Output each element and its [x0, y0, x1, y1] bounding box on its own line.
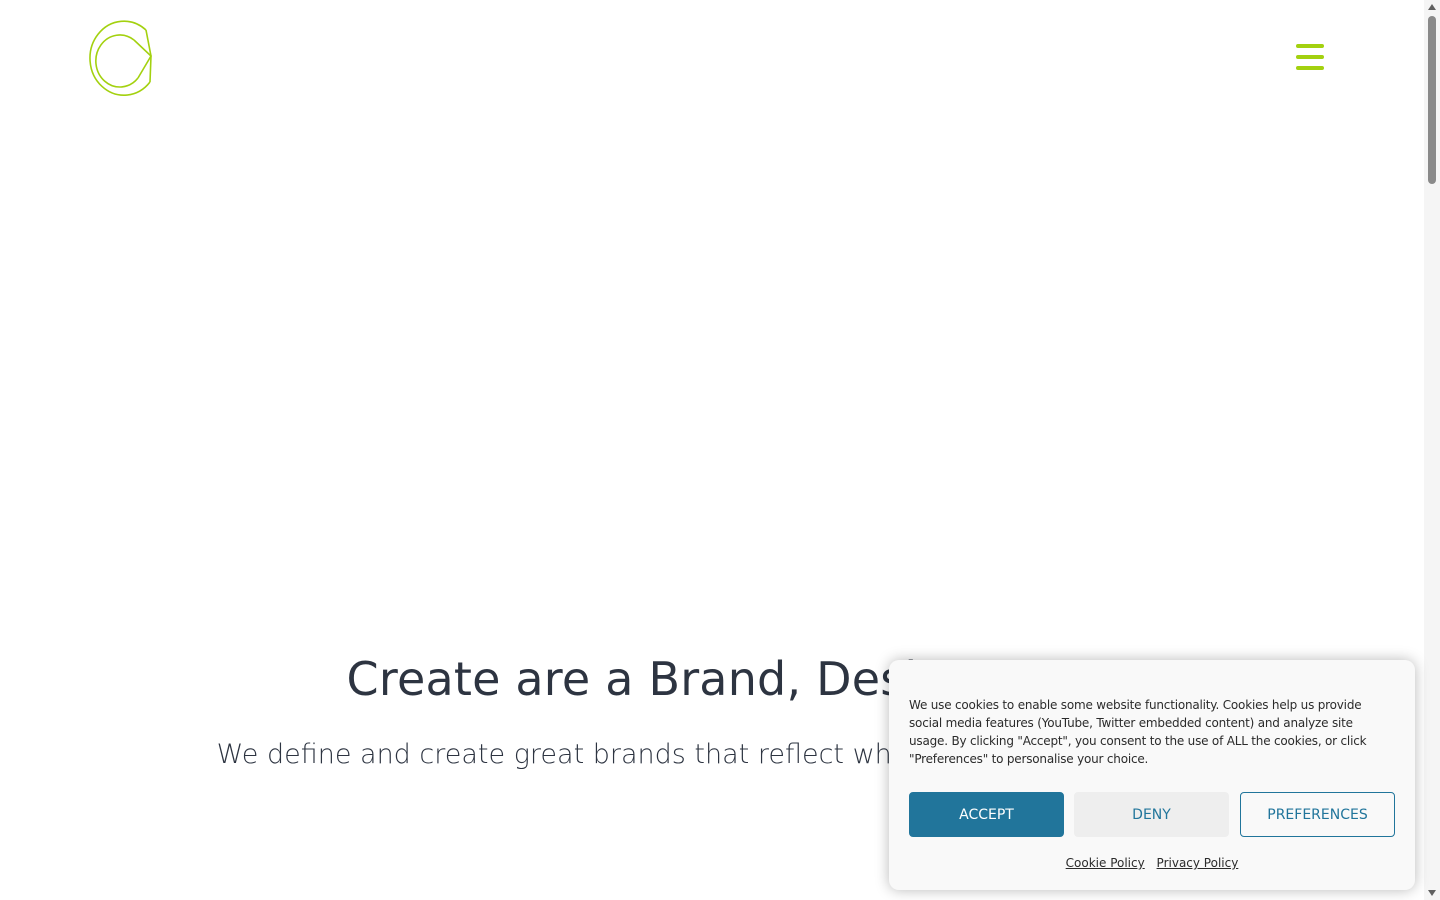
scroll-up-arrow-icon[interactable]: [1428, 4, 1436, 10]
site-logo[interactable]: [84, 18, 154, 98]
cookie-policy-links: Cookie Policy Privacy Policy: [889, 856, 1415, 870]
scrollbar-thumb[interactable]: [1428, 16, 1436, 184]
menu-button[interactable]: [1294, 42, 1326, 72]
c-outline-logo-icon: [89, 20, 153, 96]
cookie-policy-link[interactable]: Cookie Policy: [1066, 856, 1145, 870]
preferences-button[interactable]: PREFERENCES: [1240, 792, 1395, 837]
deny-button[interactable]: DENY: [1074, 792, 1229, 837]
accept-button[interactable]: ACCEPT: [909, 792, 1064, 837]
privacy-policy-link[interactable]: Privacy Policy: [1157, 856, 1239, 870]
page-scrollbar[interactable]: [1424, 0, 1440, 900]
cookie-consent-banner: We use cookies to enable some website fu…: [889, 660, 1415, 890]
cookie-consent-text: We use cookies to enable some website fu…: [909, 698, 1367, 766]
cookie-button-group: ACCEPT DENY PREFERENCES: [909, 792, 1395, 837]
page: Create are a Brand, Design & D We define…: [0, 0, 1440, 900]
scroll-down-arrow-icon[interactable]: [1428, 890, 1436, 896]
